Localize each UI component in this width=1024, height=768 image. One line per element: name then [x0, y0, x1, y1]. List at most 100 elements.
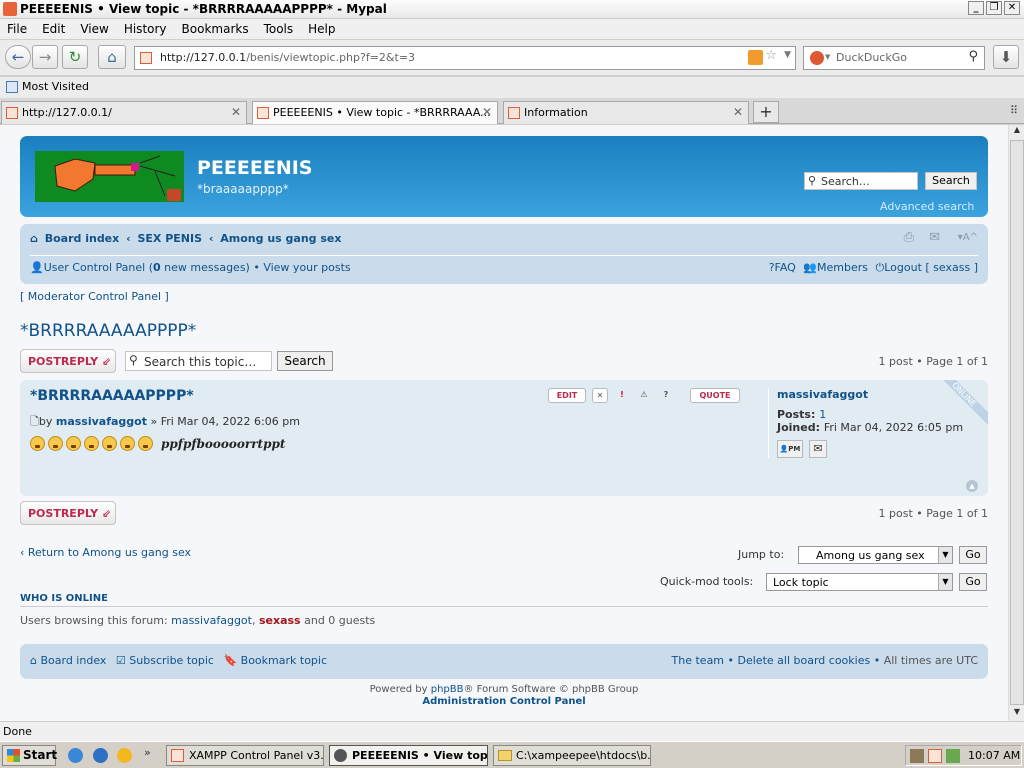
delete-post-button[interactable]: ✕	[592, 388, 608, 403]
maximize-button[interactable]: ❐	[986, 1, 1002, 15]
back-to-top-icon[interactable]: ▲	[966, 480, 978, 492]
menu-view[interactable]: View	[80, 22, 108, 39]
site-name[interactable]: PEEEEENIS	[197, 157, 312, 179]
quickmod-go-button[interactable]: Go	[959, 573, 987, 591]
online-user-massivafaggot[interactable]: massivafaggot	[171, 614, 252, 627]
quicklaunch-browser-icon[interactable]	[93, 748, 108, 763]
downloads-button[interactable]: ⬇	[993, 45, 1019, 69]
tray-clock[interactable]: 10:07 AM	[968, 749, 1020, 762]
return-to-forum-link[interactable]: ‹ Return to Among us gang sex	[20, 546, 191, 559]
pagination-bottom: 1 post • Page 1 of 1	[878, 507, 988, 520]
new-messages-count: 0	[153, 261, 161, 274]
reload-button[interactable]: ↻	[62, 45, 88, 69]
header-search-button[interactable]: Search	[925, 172, 977, 190]
topic-search-input[interactable]: ⚲ Search this topic…	[125, 351, 272, 371]
new-tab-button[interactable]: +	[753, 101, 779, 123]
scroll-thumb[interactable]	[1010, 140, 1024, 705]
moderator-control-panel-link[interactable]: [ Moderator Control Panel ]	[20, 290, 169, 303]
breadcrumb-subforum[interactable]: Among us gang sex	[220, 232, 341, 245]
geek-smiley-icon	[120, 436, 135, 451]
subscribe-topic-link[interactable]: Subscribe topic	[129, 654, 214, 667]
magnifier-icon[interactable]: ⚲	[968, 49, 978, 64]
footer-board-index-link[interactable]: Board index	[40, 654, 106, 667]
breadcrumb-forum[interactable]: SEX PENIS	[137, 232, 202, 245]
tab-view-topic[interactable]: PEEEEENIS • View topic - *BRRRRAAA... ✕	[252, 101, 498, 124]
tray-xampp-icon[interactable]	[928, 749, 942, 763]
tray-network-icon[interactable]	[910, 749, 924, 763]
quote-post-button[interactable]: QUOTE	[690, 388, 740, 403]
menu-bookmarks[interactable]: Bookmarks	[182, 22, 249, 39]
post-author-link[interactable]: massivafaggot	[56, 415, 147, 428]
most-visited-bookmark[interactable]: Most Visited	[22, 80, 89, 93]
print-icon[interactable]: ⎙	[904, 230, 914, 245]
search-engine-dropdown-icon[interactable]: ▼	[825, 53, 830, 61]
post-subject[interactable]: *BRRRRAAAAAPPPP*	[30, 388, 194, 404]
edit-post-button[interactable]: EDIT	[548, 388, 586, 403]
home-button[interactable]: ⌂	[98, 45, 126, 69]
start-button[interactable]: Start	[2, 745, 57, 766]
phpbb-link[interactable]: phpBB	[431, 684, 464, 695]
close-tab-icon[interactable]: ✕	[231, 105, 241, 119]
jump-go-button[interactable]: Go	[959, 546, 987, 564]
taskbar-item-xampp[interactable]: XAMPP Control Panel v3....	[166, 745, 324, 766]
font-size-icon[interactable]: ▾A^	[958, 232, 978, 243]
post-date: » Fri Mar 04, 2022 6:06 pm	[146, 415, 300, 428]
advanced-search-link[interactable]: Advanced search	[880, 200, 974, 213]
report-post-button[interactable]: !	[614, 388, 630, 403]
close-window-button[interactable]: ✕	[1004, 1, 1020, 15]
posts-count-link[interactable]: 1	[819, 408, 826, 421]
warn-user-button[interactable]: ⚠	[636, 388, 652, 403]
taskbar-item-browser[interactable]: PEEEEENIS • View top...	[329, 745, 488, 766]
rss-feed-icon[interactable]	[748, 50, 763, 65]
quickmod-select[interactable]: Lock topic ▼	[766, 573, 953, 591]
header-search-input[interactable]: ⚲ Search…	[804, 172, 918, 190]
tray-volume-icon[interactable]	[946, 749, 960, 763]
scroll-up-arrow-icon[interactable]: ▲	[1010, 125, 1024, 139]
menu-help[interactable]: Help	[308, 22, 335, 39]
online-user-sexass[interactable]: sexass	[259, 614, 301, 627]
tab-information[interactable]: Information ✕	[503, 101, 749, 124]
send-pm-button[interactable]: 👤PM	[777, 440, 803, 458]
tab-localhost[interactable]: http://127.0.0.1/ ✕	[1, 101, 247, 124]
bookmark-star-icon[interactable]: ☆	[765, 48, 777, 63]
minimize-button[interactable]: _	[968, 1, 984, 15]
quicklaunch-overflow-icon[interactable]: »	[144, 746, 151, 759]
bookmark-topic-link[interactable]: Bookmark topic	[241, 654, 327, 667]
post-reply-button-bottom[interactable]: POSTREPLY ⇙	[20, 501, 116, 525]
post-info-button[interactable]: ?	[658, 388, 674, 403]
tab-list-icon[interactable]: ⠿	[1010, 104, 1018, 117]
post-reply-button-top[interactable]: POSTREPLY ⇙	[20, 349, 116, 373]
site-logo[interactable]	[35, 151, 184, 202]
logout-link[interactable]: Logout [ sexass ]	[884, 261, 978, 274]
browsing-suffix: and 0 guests	[300, 614, 376, 627]
user-control-panel-link[interactable]: User Control Panel (0 new messages)	[44, 261, 250, 274]
menu-tools[interactable]: Tools	[264, 22, 294, 39]
members-link[interactable]: Members	[817, 261, 868, 274]
view-your-posts-link[interactable]: View your posts	[263, 261, 350, 274]
admin-control-panel-link[interactable]: Administration Control Panel	[422, 696, 585, 707]
quicklaunch-messenger-icon[interactable]	[117, 748, 132, 763]
scroll-down-arrow-icon[interactable]: ▼	[1010, 707, 1024, 721]
topic-search-button[interactable]: Search	[277, 351, 333, 371]
the-team-link[interactable]: The team	[672, 654, 725, 667]
vertical-scrollbar[interactable]: ▲ ▼	[1008, 125, 1024, 721]
search-engine-bar[interactable]: ▼ DuckDuckGo ⚲	[803, 46, 985, 70]
jump-to-select[interactable]: Among us gang sex ▼	[798, 546, 953, 564]
email-topic-icon[interactable]: ✉	[929, 230, 940, 245]
faq-link[interactable]: FAQ	[775, 261, 796, 274]
back-button[interactable]: ←	[5, 45, 31, 69]
menu-history[interactable]: History	[124, 22, 167, 39]
delete-cookies-link[interactable]: Delete all board cookies	[738, 654, 871, 667]
url-dropdown-icon[interactable]: ▼	[784, 50, 791, 60]
breadcrumb-board-index[interactable]: Board index	[45, 232, 120, 245]
menu-file[interactable]: File	[7, 22, 27, 39]
forward-button[interactable]: →	[32, 45, 58, 69]
topic-title[interactable]: *BRRRRAAAAAPPPP*	[20, 321, 196, 341]
menu-edit[interactable]: Edit	[42, 22, 65, 39]
send-email-button[interactable]: ✉	[809, 440, 827, 458]
close-tab-icon[interactable]: ✕	[733, 105, 743, 119]
taskbar-item-explorer[interactable]: C:\xampeepee\htdocs\b...	[493, 745, 651, 766]
close-tab-icon[interactable]: ✕	[482, 105, 492, 119]
url-bar[interactable]: http://127.0.0.1/benis/viewtopic.php?f=2…	[134, 46, 796, 70]
quicklaunch-ie-icon[interactable]	[68, 748, 83, 763]
